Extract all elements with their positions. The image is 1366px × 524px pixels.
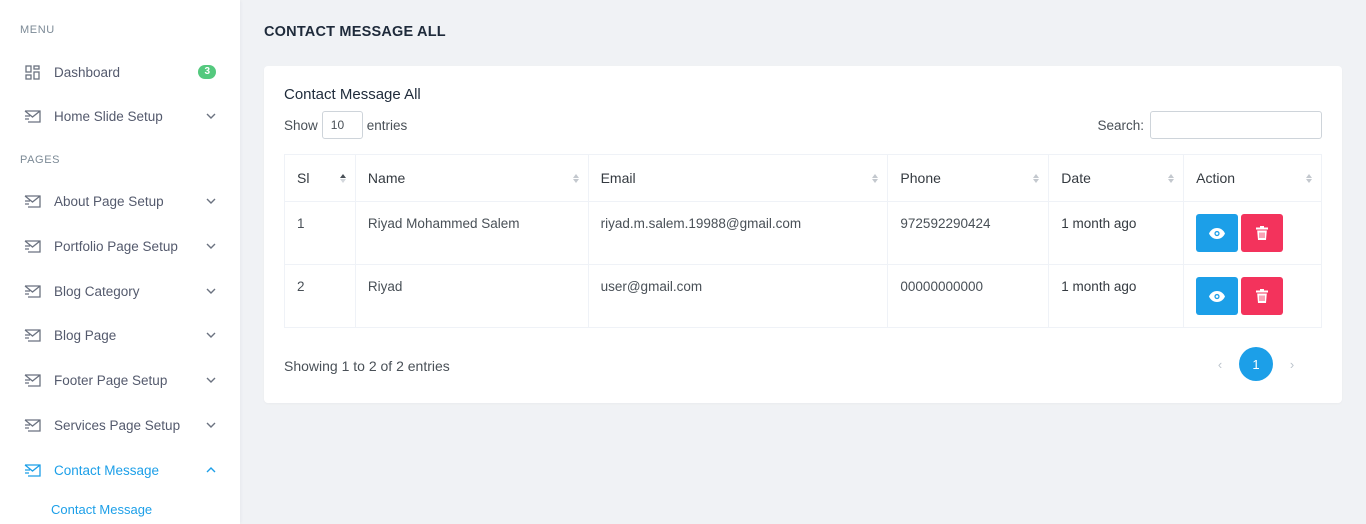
- column-header-label: Date: [1061, 170, 1091, 186]
- sidebar-item-footer-page-setup[interactable]: Footer Page Setup: [20, 369, 220, 391]
- sidebar-item-label: Blog Page: [54, 327, 117, 343]
- chevron-down-icon: [204, 418, 218, 432]
- column-header-label: Name: [367, 170, 406, 186]
- entries-label: entries: [366, 117, 408, 133]
- column-header-name[interactable]: Name: [354, 154, 589, 202]
- chevron-down-icon: [204, 194, 218, 208]
- next-page-button[interactable]: ›: [1282, 357, 1302, 372]
- delete-button[interactable]: [1241, 214, 1284, 252]
- column-header-label: Sl: [297, 170, 310, 186]
- table-row: 2 Riyad user@gmail.com 00000000000 1 mon…: [284, 264, 1322, 328]
- eye-icon: [1209, 227, 1226, 239]
- chevron-down-icon: [204, 284, 218, 298]
- sidebar-item-services-page-setup[interactable]: Services Page Setup: [20, 414, 220, 436]
- column-header-label: Phone: [900, 170, 941, 186]
- sidebar-item-blog-page[interactable]: Blog Page: [20, 324, 220, 346]
- column-header-label: Email: [600, 170, 636, 186]
- sidebar-item-label: Contact Message: [54, 462, 160, 478]
- column-header-action[interactable]: Action: [1183, 154, 1322, 202]
- chevron-up-icon: [204, 463, 218, 477]
- cell-sl: 1: [284, 201, 356, 265]
- sort-icon: [572, 174, 579, 183]
- sidebar-item-label: Dashboard: [54, 64, 121, 80]
- pages-heading: PAGES: [20, 154, 61, 166]
- submenu-item-contact-message[interactable]: Contact Message: [51, 502, 152, 517]
- envelope-icon: [23, 193, 41, 209]
- sidebar-item-about-page-setup[interactable]: About Page Setup: [20, 190, 220, 212]
- sidebar-item-home-slide-setup[interactable]: Home Slide Setup: [20, 105, 220, 127]
- previous-page-button[interactable]: ‹: [1210, 357, 1230, 372]
- search-input[interactable]: [1150, 111, 1322, 139]
- notification-badge: 3: [198, 65, 216, 79]
- envelope-icon: [23, 372, 41, 388]
- cell-phone: 00000000000: [887, 264, 1050, 328]
- delete-button[interactable]: [1241, 277, 1284, 315]
- sidebar-item-portfolio-page-setup[interactable]: Portfolio Page Setup: [20, 235, 220, 257]
- envelope-icon: [23, 462, 41, 478]
- search-label: Search:: [1097, 117, 1144, 133]
- envelope-icon: [23, 327, 41, 343]
- envelope-icon: [23, 108, 41, 124]
- trash-icon: [1256, 289, 1269, 303]
- cell-email: riyad.m.salem.19988@gmail.com: [587, 201, 889, 265]
- cell-actions: [1183, 264, 1322, 328]
- cell-date: 1 month ago: [1048, 264, 1185, 328]
- eye-icon: [1209, 290, 1226, 302]
- sort-icon: [1168, 174, 1175, 183]
- sidebar-item-blog-category[interactable]: Blog Category: [20, 280, 220, 302]
- column-header-label: Action: [1196, 170, 1236, 186]
- envelope-icon: [23, 283, 41, 299]
- sort-icon: [1306, 174, 1312, 183]
- envelope-icon: [23, 417, 41, 433]
- chevron-down-icon: [204, 239, 218, 253]
- contact-messages-table: Sl Name Email Phone Date Action 1 Riyad …: [284, 154, 1322, 328]
- trash-icon: [1256, 226, 1269, 240]
- cell-name: Riyad: [354, 264, 589, 328]
- column-header-sl[interactable]: Sl: [284, 154, 356, 202]
- chevron-down-icon: [204, 328, 218, 342]
- entries-length-control: Show 10 entries: [284, 111, 407, 139]
- sidebar-item-contact-message[interactable]: Contact Message: [20, 459, 220, 481]
- column-header-phone[interactable]: Phone: [887, 154, 1050, 202]
- dashboard-icon: [23, 64, 41, 80]
- sidebar-item-label: About Page Setup: [54, 193, 164, 209]
- sidebar-item-label: Blog Category: [54, 283, 140, 299]
- sort-icon: [1033, 174, 1040, 183]
- cell-actions: [1183, 201, 1322, 265]
- page-button-1[interactable]: 1: [1239, 347, 1273, 381]
- entries-per-page-select[interactable]: 10: [321, 111, 363, 139]
- sidebar-item-label: Home Slide Setup: [54, 108, 163, 124]
- table-header-row: Sl Name Email Phone Date Action: [284, 154, 1322, 202]
- pagination: ‹ 1 ›: [1210, 347, 1302, 381]
- view-button[interactable]: [1196, 277, 1239, 315]
- chevron-down-icon: [204, 373, 218, 387]
- cell-sl: 2: [284, 264, 356, 328]
- cell-phone: 972592290424: [887, 201, 1050, 265]
- show-label: Show: [284, 117, 318, 133]
- sidebar-item-label: Services Page Setup: [54, 417, 181, 433]
- contact-message-card: Contact Message All Show 10 entries Sear…: [264, 66, 1342, 403]
- column-header-email[interactable]: Email: [587, 154, 889, 202]
- page-title: CONTACT MESSAGE ALL: [264, 24, 446, 40]
- sidebar-item-label: Footer Page Setup: [54, 372, 168, 388]
- menu-heading: MENU: [20, 24, 55, 36]
- sidebar-item-dashboard[interactable]: Dashboard 3: [20, 61, 220, 83]
- view-button[interactable]: [1196, 214, 1239, 252]
- cell-name: Riyad Mohammed Salem: [354, 201, 589, 265]
- sort-ascending-icon: [339, 174, 346, 183]
- column-header-date[interactable]: Date: [1048, 154, 1185, 202]
- sidebar-item-label: Portfolio Page Setup: [54, 238, 178, 254]
- envelope-icon: [23, 238, 41, 254]
- card-title: Contact Message All: [284, 86, 421, 103]
- cell-email: user@gmail.com: [587, 264, 889, 328]
- sort-icon: [872, 174, 879, 183]
- sidebar: MENU Dashboard 3 Home Slide Setup PAGES …: [0, 0, 240, 524]
- table-search: Search:: [1097, 111, 1322, 139]
- table-info: Showing 1 to 2 of 2 entries: [284, 358, 450, 374]
- table-row: 1 Riyad Mohammed Salem riyad.m.salem.199…: [284, 201, 1322, 265]
- cell-date: 1 month ago: [1048, 201, 1185, 265]
- chevron-down-icon: [204, 109, 218, 123]
